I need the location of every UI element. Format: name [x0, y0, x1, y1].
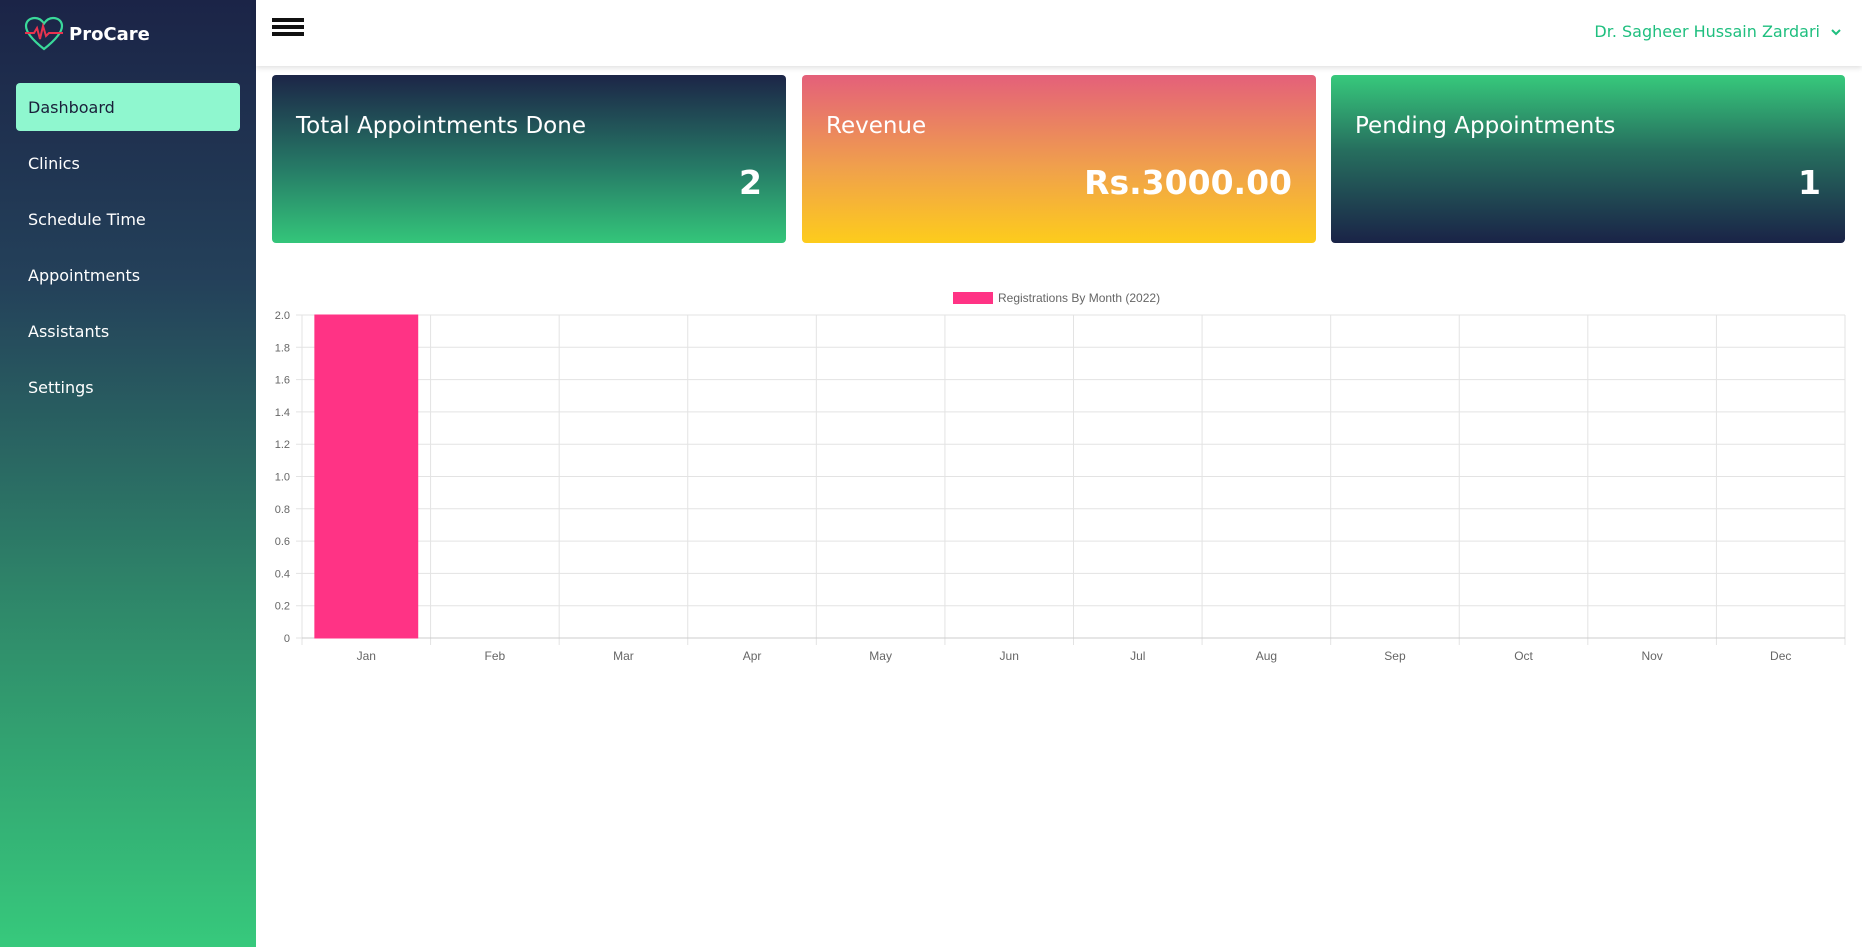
card-value: Rs.3000.00	[1084, 163, 1292, 202]
x-tick-label: Aug	[1256, 649, 1277, 663]
y-tick-label: 0.6	[275, 536, 290, 548]
y-tick-label: 1.2	[275, 439, 290, 451]
card-title: Pending Appointments	[1355, 113, 1616, 139]
topbar: Dr. Sagheer Hussain Zardari	[256, 0, 1862, 66]
x-tick-label: Apr	[743, 649, 762, 663]
sidebar-item-clinics[interactable]: Clinics	[16, 139, 240, 187]
y-tick-label: 2.0	[275, 310, 290, 322]
legend-label: Registrations By Month (2022)	[998, 291, 1160, 305]
y-tick-label: 1.4	[275, 407, 290, 419]
y-tick-label: 1.8	[275, 342, 290, 354]
y-tick-label: 1.6	[275, 375, 290, 387]
chevron-down-icon	[1831, 28, 1841, 35]
revenue-card: Revenue Rs.3000.00	[802, 75, 1316, 243]
user-name: Dr. Sagheer Hussain Zardari	[1594, 22, 1820, 41]
x-tick-label: May	[869, 649, 892, 663]
x-tick-label: Dec	[1770, 649, 1791, 663]
legend-swatch	[953, 292, 993, 304]
x-tick-label: Feb	[485, 649, 506, 663]
registrations-chart: 0 0.2 0.4 0.6 0.8 1.0 1.2 1.4 1.6 1.8 2.0 Jan Feb Mar…	[256, 280, 1862, 680]
x-tick-label: Jun	[1000, 649, 1019, 663]
x-tick-label: Jul	[1130, 649, 1145, 663]
y-tick-label: 1.0	[275, 472, 290, 484]
brand-name: ProCare	[69, 23, 150, 45]
y-tick-label: 0.4	[275, 568, 290, 580]
y-tick-label: 0.8	[275, 504, 290, 516]
x-tick-label: Oct	[1514, 649, 1533, 663]
x-tick-label: Mar	[613, 649, 634, 663]
pending-appointments-card: Pending Appointments 1	[1331, 75, 1845, 243]
total-appointments-card: Total Appointments Done 2	[272, 75, 786, 243]
sidebar: ProCare Dashboard Clinics Schedule Time …	[0, 0, 256, 947]
x-tick-label: Jan	[357, 649, 376, 663]
card-title: Total Appointments Done	[296, 113, 586, 139]
sidebar-item-schedule-time[interactable]: Schedule Time	[16, 195, 240, 243]
user-menu[interactable]: Dr. Sagheer Hussain Zardari	[1594, 22, 1842, 41]
card-value: 1	[1798, 163, 1821, 202]
sidebar-nav: Dashboard Clinics Schedule Time Appointm…	[16, 83, 240, 419]
sidebar-item-appointments[interactable]: Appointments	[16, 251, 240, 299]
sidebar-item-dashboard[interactable]: Dashboard	[16, 83, 240, 131]
x-tick-label: Sep	[1384, 649, 1406, 663]
heart-pulse-icon	[24, 16, 64, 51]
sidebar-item-assistants[interactable]: Assistants	[16, 307, 240, 355]
card-value: 2	[739, 163, 762, 202]
card-title: Revenue	[826, 113, 927, 139]
registrations-chart-svg: 0 0.2 0.4 0.6 0.8 1.0 1.2 1.4 1.6 1.8 2.0 Jan Feb Mar…	[275, 291, 1846, 663]
bar-jan	[314, 314, 419, 639]
x-tick-label: Nov	[1641, 649, 1662, 663]
hamburger-menu-icon[interactable]	[272, 18, 304, 40]
brand[interactable]: ProCare	[24, 16, 150, 52]
y-tick-label: 0	[284, 633, 290, 645]
y-tick-label: 0.2	[275, 601, 290, 613]
sidebar-item-settings[interactable]: Settings	[16, 363, 240, 411]
